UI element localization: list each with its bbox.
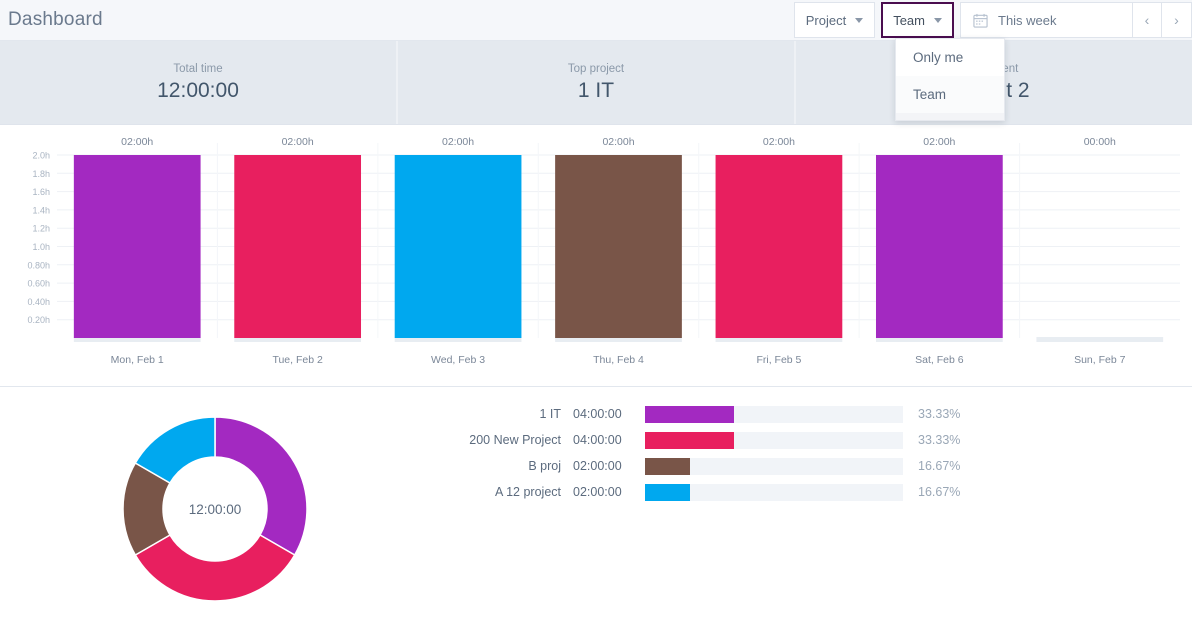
- y-axis-tick-label: 0.40h: [27, 297, 50, 307]
- bar-data-label: 02:00h: [442, 136, 474, 148]
- prev-period-button[interactable]: ‹: [1132, 2, 1162, 38]
- kpi-cards: Total time 12:00:00 Top project 1 IT Top…: [0, 41, 1192, 125]
- header-controls: Project Team: [794, 2, 1192, 38]
- bar-data-label: 02:00h: [602, 136, 634, 148]
- bar-data-label: 02:00h: [763, 136, 795, 148]
- date-range-button[interactable]: This week: [960, 2, 1132, 38]
- bar[interactable]: [395, 155, 522, 338]
- y-axis-tick-label: 1.2h: [32, 224, 50, 234]
- project-filter-label: Project: [806, 13, 846, 28]
- chevron-down-icon: [934, 18, 942, 23]
- date-range-label: This week: [998, 13, 1057, 28]
- project-bar-track: [645, 432, 903, 449]
- bar-chart-svg: 2.0h 1.8h 1.6h 1.4h 1.2h 1.0h 0.80h 0.60h 0.40h 0…: [0, 125, 1192, 386]
- donut-center-label: 12:00:00: [189, 502, 242, 517]
- bar[interactable]: [876, 155, 1003, 338]
- bar[interactable]: [555, 155, 682, 338]
- project-percent: 16.67%: [918, 485, 960, 499]
- kpi-card-total-time: Total time 12:00:00: [0, 41, 398, 124]
- project-legend-row[interactable]: 1 IT04:00:00 33.33%: [430, 401, 1192, 427]
- x-axis-tick-label: Sat, Feb 6: [915, 354, 964, 366]
- project-filter-button[interactable]: Project: [794, 2, 875, 38]
- bar[interactable]: [234, 155, 361, 338]
- project-bar-fill: [645, 432, 734, 449]
- bar[interactable]: [74, 155, 201, 338]
- project-legend-row[interactable]: B proj02:00:00 16.67%: [430, 453, 1192, 479]
- x-axis-tick-label: Sun, Feb 7: [1074, 354, 1126, 366]
- x-axis-tick-label: Wed, Feb 3: [431, 354, 485, 366]
- kpi-card-top-project: Top project 1 IT: [398, 41, 796, 124]
- y-axis-tick-label: 1.8h: [32, 169, 50, 179]
- y-axis-tick-label: 1.0h: [32, 242, 50, 252]
- x-axis-tick-label: Tue, Feb 2: [272, 354, 323, 366]
- dropdown-item-only-me[interactable]: Only me: [896, 39, 1004, 76]
- x-axis-tick-label: Thu, Feb 4: [593, 354, 644, 366]
- donut-chart-svg: 12:00:00: [110, 404, 320, 614]
- project-legend-row[interactable]: 200 New Project04:00:00 33.33%: [430, 427, 1192, 453]
- dropdown-footer: [896, 113, 1004, 120]
- project-name: 1 IT: [430, 407, 573, 421]
- x-axis-tick-label: Fri, Feb 5: [756, 354, 801, 366]
- bar[interactable]: [716, 155, 843, 338]
- kpi-label: Top project: [568, 63, 624, 75]
- x-axis-tick-label: Mon, Feb 1: [111, 354, 164, 366]
- y-axis-tick-label: 0.80h: [27, 260, 50, 270]
- dashboard-page: Dashboard Project Team: [0, 0, 1192, 633]
- project-duration: 04:00:00: [573, 433, 645, 447]
- bar-data-label: 02:00h: [923, 136, 955, 148]
- project-name: B proj: [430, 459, 573, 473]
- kpi-value: 12:00:00: [157, 79, 239, 103]
- bar-data-label: 02:00h: [282, 136, 314, 148]
- project-name: A 12 project: [430, 485, 573, 499]
- project-donut-chart: 12:00:00: [0, 387, 430, 631]
- project-duration: 02:00:00: [573, 459, 645, 473]
- project-bar-fill: [645, 484, 690, 501]
- project-percent: 33.33%: [918, 433, 960, 447]
- bar-baseline-track: [1036, 337, 1163, 342]
- project-legend-row[interactable]: A 12 project02:00:00 16.67%: [430, 479, 1192, 505]
- project-duration: 04:00:00: [573, 407, 645, 421]
- bottom-section: 12:00:00 1 IT04:00:0033.33%200 New Proje…: [0, 387, 1192, 631]
- project-bar-fill: [645, 406, 734, 423]
- app-header: Dashboard Project Team: [0, 0, 1192, 41]
- bar-data-label: 00:00h: [1084, 136, 1116, 148]
- project-breakdown-list: 1 IT04:00:0033.33%200 New Project04:00:0…: [430, 387, 1192, 631]
- calendar-icon: [973, 13, 988, 28]
- team-dropdown-menu: Only me Team: [895, 38, 1005, 121]
- project-bar-track: [645, 458, 903, 475]
- donut-slice[interactable]: [135, 535, 294, 601]
- bar-data-label: 02:00h: [121, 136, 153, 148]
- project-bar-fill: [645, 458, 690, 475]
- project-bar-track: [645, 406, 903, 423]
- project-name: 200 New Project: [430, 433, 573, 447]
- page-title: Dashboard: [8, 9, 103, 31]
- dropdown-item-team[interactable]: Team: [896, 76, 1004, 113]
- project-bar-track: [645, 484, 903, 501]
- y-axis-tick-label: 1.6h: [32, 187, 50, 197]
- kpi-label: Total time: [173, 63, 222, 75]
- y-axis-tick-label: 0.20h: [27, 315, 50, 325]
- project-duration: 02:00:00: [573, 485, 645, 499]
- kpi-value: 1 IT: [578, 79, 614, 103]
- daily-bar-chart: 2.0h 1.8h 1.6h 1.4h 1.2h 1.0h 0.80h 0.60h 0.40h 0…: [0, 125, 1192, 387]
- date-range-control: This week ‹ ›: [960, 2, 1192, 38]
- y-axis-tick-label: 0.60h: [27, 279, 50, 289]
- next-period-button[interactable]: ›: [1162, 2, 1192, 38]
- y-axis-tick-label: 1.4h: [32, 205, 50, 215]
- chevron-down-icon: [855, 18, 863, 23]
- y-axis-tick-label: 2.0h: [32, 151, 50, 161]
- team-filter-button[interactable]: Team: [881, 2, 954, 38]
- team-filter-label: Team: [893, 13, 925, 28]
- donut-slice[interactable]: [215, 417, 307, 555]
- project-percent: 16.67%: [918, 459, 960, 473]
- project-percent: 33.33%: [918, 407, 960, 421]
